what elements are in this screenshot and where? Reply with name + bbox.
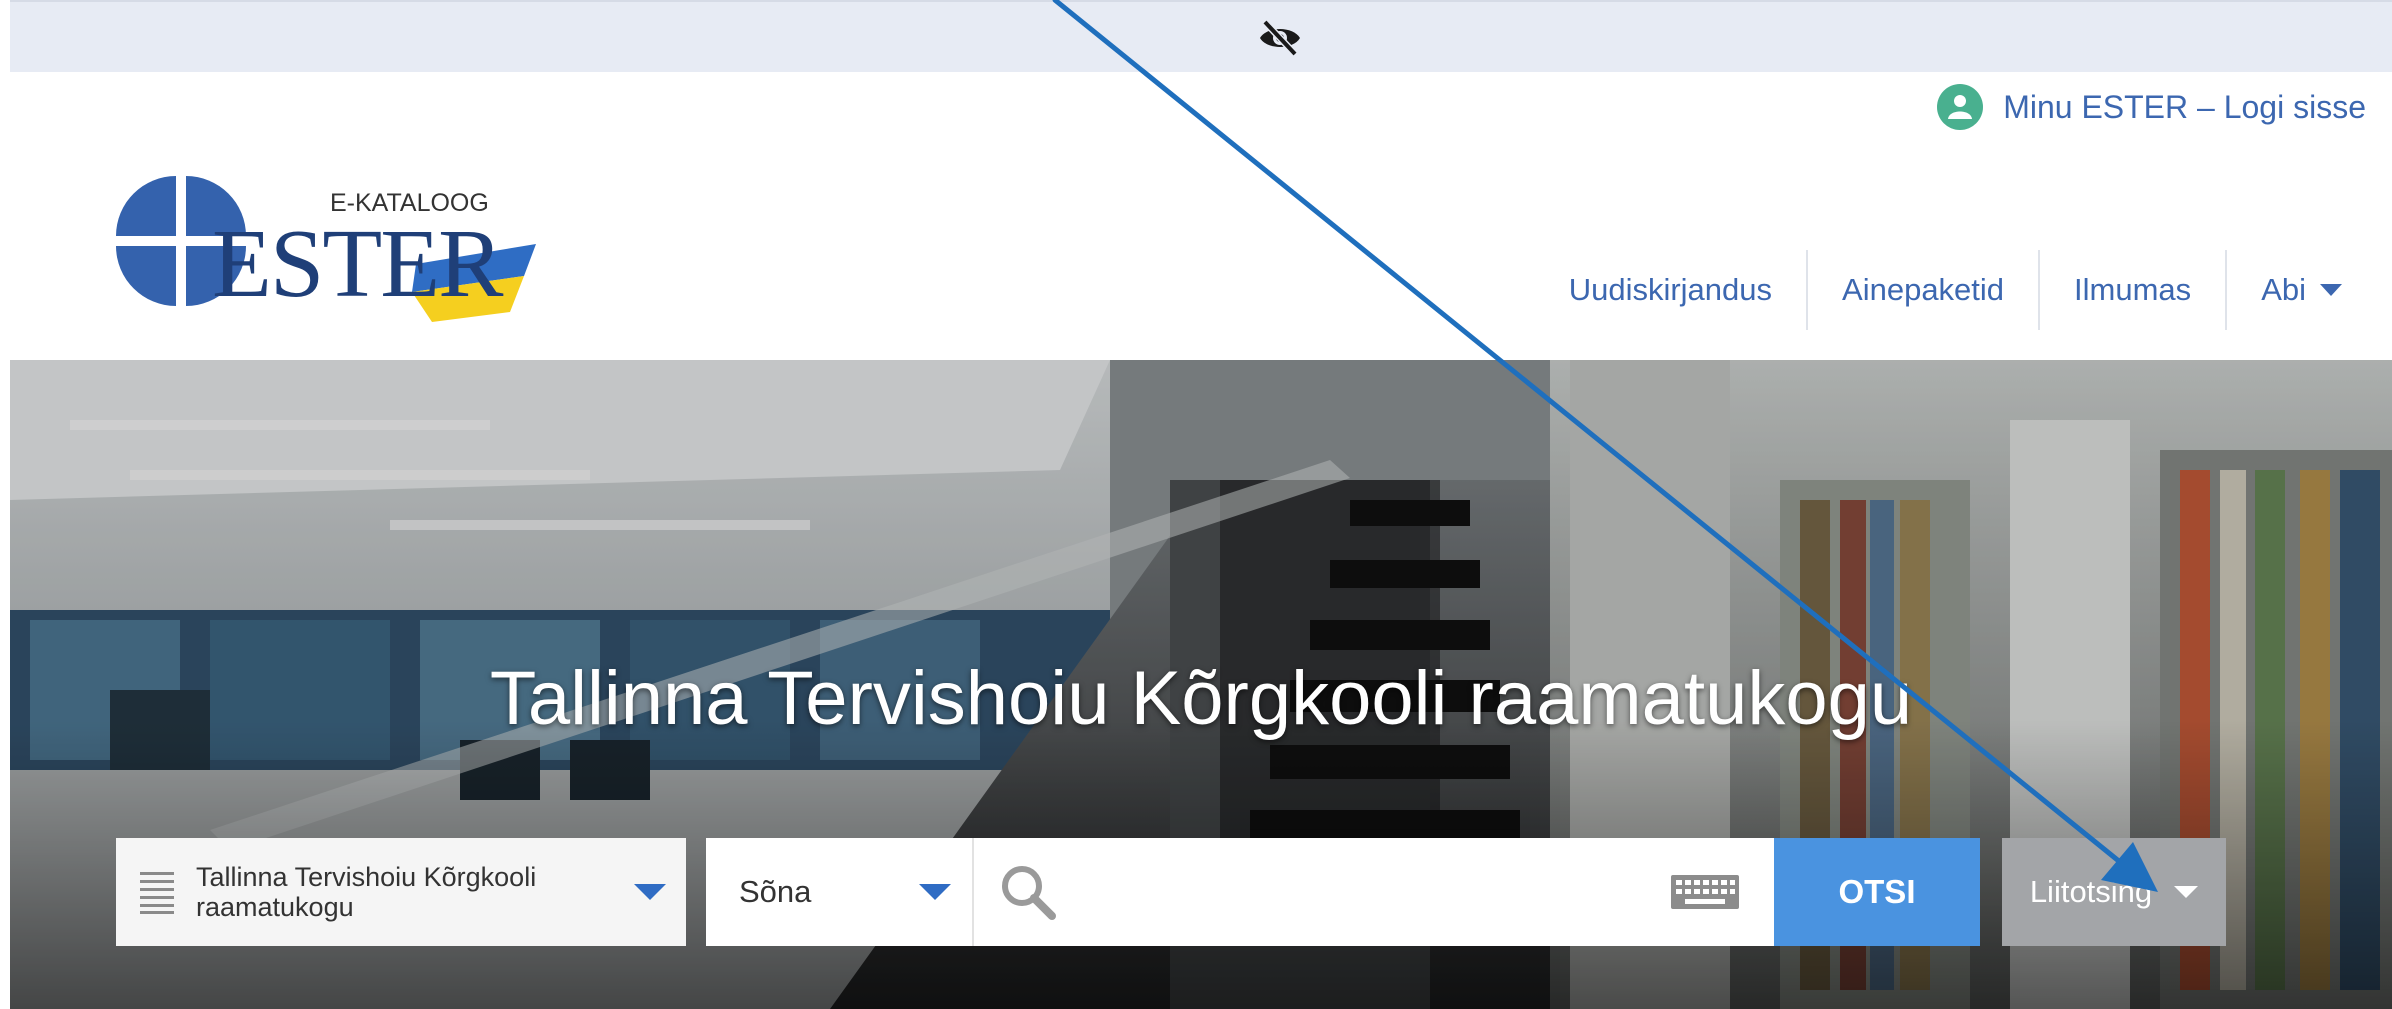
main-nav: Uudiskirjandus Ainepaketid Ilmumas Abi xyxy=(1535,250,2376,330)
accessibility-toggle[interactable] xyxy=(1250,14,1310,62)
library-select-value: Tallinna Tervishoiu Kõrgkooli raamatukog… xyxy=(196,862,537,922)
chevron-down-icon xyxy=(919,884,951,900)
search-input[interactable] xyxy=(1074,838,1614,946)
search-button-label: OTSI xyxy=(1838,873,1916,910)
keyboard-icon[interactable] xyxy=(1670,874,1740,910)
advanced-search-button[interactable]: Liitotsing xyxy=(2002,838,2226,946)
advanced-search-label: Liitotsing xyxy=(2029,874,2153,909)
ester-logo[interactable]: E-KATALOOG ESTER xyxy=(116,176,546,326)
chevron-down-icon xyxy=(2320,284,2342,296)
nav-item-label: Ainepaketid xyxy=(1842,272,2005,307)
page: Minu ESTER – Logi sisse E-KATALOOG ESTER… xyxy=(0,0,2392,1009)
search-field-value: Sõna xyxy=(739,874,812,909)
search-input-area xyxy=(974,838,1774,946)
nav-item-label: Abi xyxy=(2261,272,2306,307)
list-icon xyxy=(140,872,174,914)
library-select[interactable]: Tallinna Tervishoiu Kõrgkooli raamatukog… xyxy=(116,838,686,946)
login-link[interactable]: Minu ESTER – Logi sisse xyxy=(1937,82,2366,132)
logo-word: ESTER xyxy=(212,210,504,318)
chevron-down-icon xyxy=(634,884,666,900)
nav-item-uudiskirjandus[interactable]: Uudiskirjandus xyxy=(1535,250,1806,330)
search-field-select[interactable]: Sõna xyxy=(706,838,974,946)
accessibility-bar xyxy=(10,0,2392,72)
nav-item-label: Ilmumas xyxy=(2074,272,2192,307)
nav-item-abi[interactable]: Abi xyxy=(2225,250,2376,330)
login-label: Minu ESTER – Logi sisse xyxy=(2003,88,2366,125)
search-bar: Tallinna Tervishoiu Kõrgkooli raamatukog… xyxy=(0,838,2392,946)
eye-slash-icon xyxy=(1260,19,1300,57)
hero-title: Tallinna Tervishoiu Kõrgkooli raamatukog… xyxy=(489,656,1913,741)
search-icon xyxy=(1002,866,1056,920)
user-icon xyxy=(1937,84,1984,130)
nav-item-ilmumas[interactable]: Ilmumas xyxy=(2038,250,2225,330)
nav-item-label: Uudiskirjandus xyxy=(1568,272,1773,307)
search-button[interactable]: OTSI xyxy=(1774,838,1980,946)
nav-item-ainepaketid[interactable]: Ainepaketid xyxy=(1806,250,2038,330)
chevron-down-icon xyxy=(2174,886,2199,898)
